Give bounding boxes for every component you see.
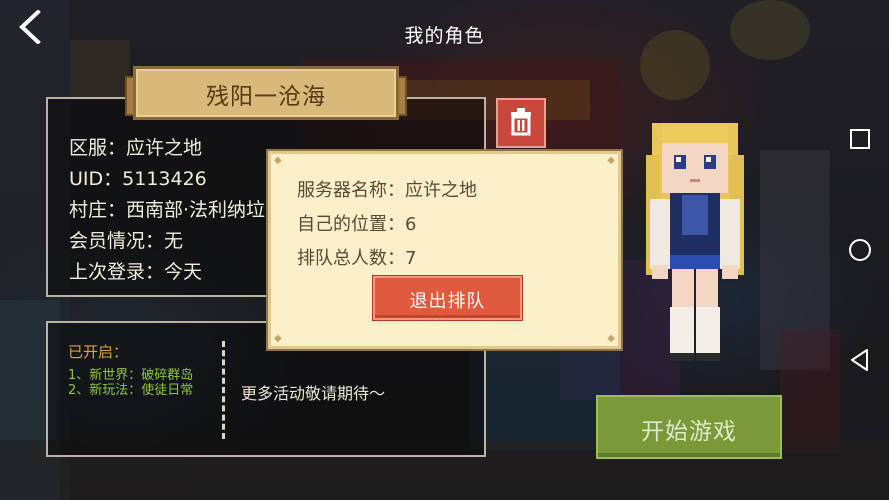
server-info: 区服：应许之地 [69, 137, 203, 159]
character-model[interactable] [640, 115, 750, 365]
nav-home-button[interactable] [848, 238, 872, 262]
corner-ornament: ◆ [607, 155, 615, 166]
quit-queue-label: 退出排队 [409, 291, 486, 312]
queue-total: 排队总人数：7 [297, 248, 417, 269]
corner-ornament: ◆ [607, 333, 615, 344]
trash-icon [511, 108, 531, 136]
triangle-icon [851, 349, 868, 371]
last-login-info: 上次登录：今天 [69, 261, 203, 283]
character-name-banner: 残阳一沧海 [125, 66, 407, 120]
character-name: 残阳一沧海 [206, 84, 326, 110]
queue-position: 自己的位置：6 [297, 214, 417, 235]
start-game-label: 开始游戏 [641, 419, 737, 445]
delete-character-button[interactable] [496, 98, 546, 148]
character-info-list: 区服：应许之地 UID：5113426 村庄：西南部·法利纳垃 会员情况：无 上… [69, 133, 265, 288]
events-more-text: 更多活动敬请期待～ [241, 384, 386, 403]
page-title: 我的角色 [404, 25, 485, 47]
nav-back-button[interactable] [848, 348, 872, 372]
start-game-button[interactable]: 开始游戏 [596, 395, 782, 459]
corner-ornament: ◆ [274, 155, 282, 166]
queue-info: 服务器名称：应许之地 自己的位置：6 排队总人数：7 [297, 174, 477, 276]
nav-recents-button[interactable] [848, 127, 872, 151]
corner-ornament: ◆ [274, 333, 282, 344]
membership-info: 会员情况：无 [69, 230, 184, 252]
queue-server-name: 服务器名称：应许之地 [297, 180, 477, 201]
events-title: 已开启： [68, 343, 129, 361]
character-figure [646, 123, 744, 361]
uid-info: UID：5113426 [69, 168, 207, 190]
circle-icon [849, 239, 871, 261]
village-info: 村庄：西南部·法利纳垃 [69, 199, 266, 221]
quit-queue-button[interactable]: 退出排队 [373, 276, 522, 320]
square-icon [850, 129, 870, 149]
events-divider [222, 341, 225, 439]
queue-dialog: ◆ ◆ ◆ ◆ 服务器名称：应许之地 自己的位置：6 排队总人数：7 退出排队 [268, 151, 621, 349]
event-item: 2、新玩法：使徒日常 [68, 383, 194, 398]
